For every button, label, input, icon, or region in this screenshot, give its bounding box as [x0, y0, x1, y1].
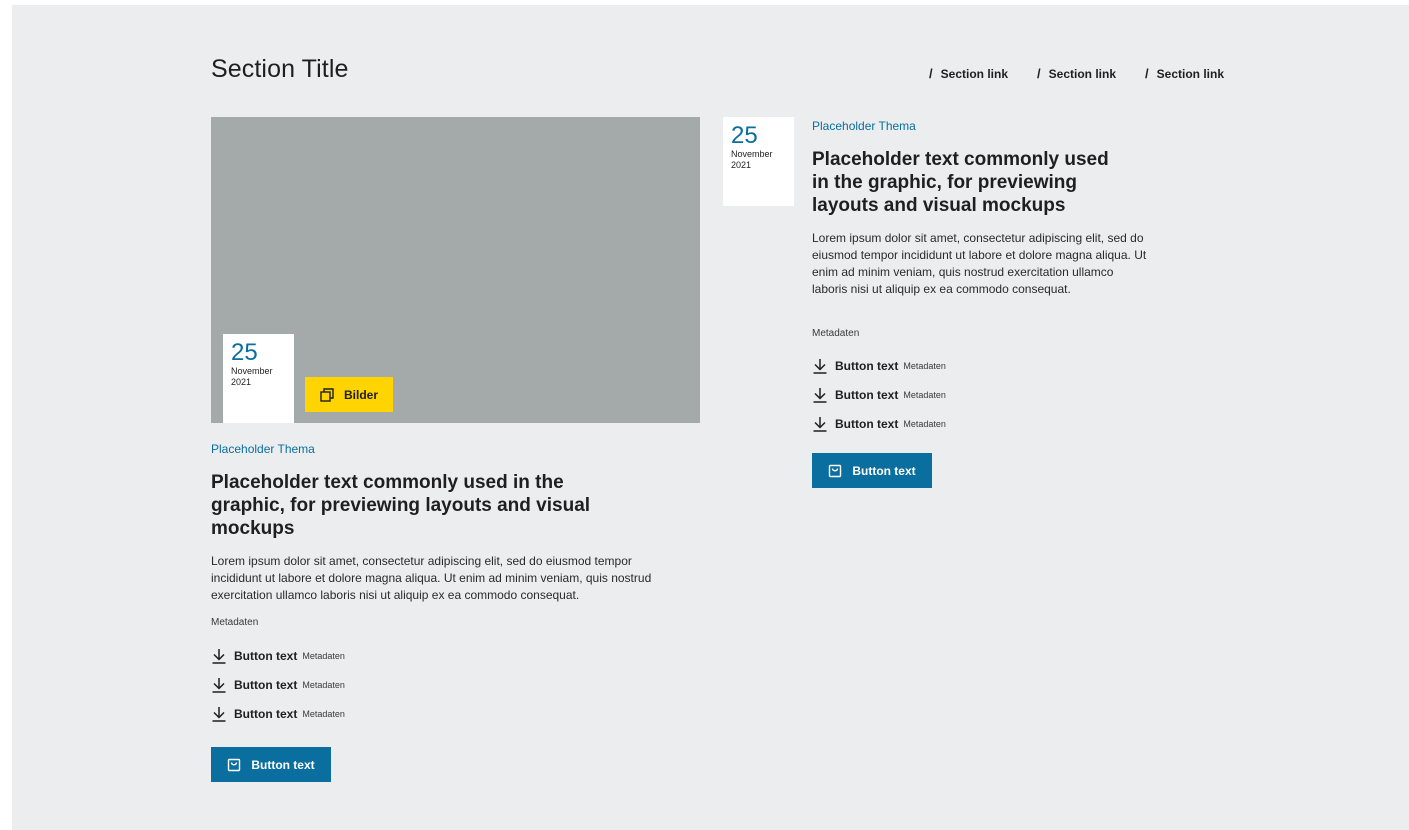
topic-link[interactable]: Placeholder Thema	[812, 119, 916, 133]
download-link[interactable]: Button text Metadaten	[812, 415, 946, 433]
primary-button-label: Button text	[251, 757, 315, 772]
teaser-metadata: Metadaten	[812, 328, 860, 339]
download-metadata: Metadaten	[302, 651, 345, 661]
section-link-1[interactable]: / Section link	[929, 66, 1008, 81]
section-link-label: Section link	[940, 66, 1009, 81]
section-link-2[interactable]: / Section link	[1037, 66, 1116, 81]
download-label: Button text	[234, 678, 298, 692]
gallery-icon	[320, 387, 334, 402]
download-link[interactable]: Button text Metadaten	[211, 705, 345, 723]
slash-icon: /	[929, 66, 933, 81]
date-day: 25	[231, 339, 258, 366]
slash-icon: /	[1145, 66, 1149, 81]
teaser-body: Lorem ipsum dolor sit amet, consectetur …	[211, 554, 652, 602]
download-icon	[812, 416, 828, 432]
date-month: November	[231, 366, 273, 376]
download-metadata: Metadaten	[903, 361, 946, 371]
download-icon	[812, 358, 828, 374]
download-label: Button text	[835, 359, 899, 373]
date-badge: 25 November 2021	[223, 334, 294, 423]
teaser-headline[interactable]: Placeholder text commonly used in the gr…	[211, 471, 611, 540]
teaser-section: Section Title / Section link / Section l…	[12, 5, 1409, 830]
gallery-button-label: Bilder	[343, 387, 378, 402]
primary-button[interactable]: Button text	[812, 453, 932, 488]
teaser-body: Lorem ipsum dolor sit amet, consectetur …	[812, 231, 1147, 296]
download-icon	[211, 648, 227, 664]
download-icon	[211, 706, 227, 722]
download-label: Button text	[234, 707, 298, 721]
download-metadata: Metadaten	[903, 390, 946, 400]
primary-button[interactable]: Button text	[211, 747, 331, 782]
slash-icon: /	[1037, 66, 1041, 81]
shopping-bag-icon	[227, 758, 241, 772]
download-list: Button text Metadaten Button text Metada…	[211, 647, 345, 723]
download-link[interactable]: Button text Metadaten	[812, 386, 946, 404]
download-icon	[211, 677, 227, 693]
download-metadata: Metadaten	[903, 419, 946, 429]
date-year: 2021	[231, 377, 252, 387]
download-link[interactable]: Button text Metadaten	[211, 647, 345, 665]
teaser-metadata: Metadaten	[211, 617, 259, 628]
date-badge: 25 November 2021	[723, 117, 794, 206]
date-year: 2021	[731, 160, 752, 170]
teaser-headline[interactable]: Placeholder text commonly used in the gr…	[812, 148, 1122, 217]
download-list: Button text Metadaten Button text Metada…	[812, 357, 946, 433]
section-title: Section Title	[211, 55, 349, 83]
teaser-image[interactable]: 25 November 2021 Bilder	[211, 117, 700, 423]
download-label: Button text	[835, 388, 899, 402]
download-metadata: Metadaten	[302, 680, 345, 690]
primary-button-label: Button text	[852, 463, 916, 478]
download-metadata: Metadaten	[302, 709, 345, 719]
gallery-button[interactable]: Bilder	[305, 377, 393, 412]
topic-link[interactable]: Placeholder Thema	[211, 442, 315, 456]
date-day: 25	[731, 122, 758, 149]
download-link[interactable]: Button text Metadaten	[211, 676, 345, 694]
section-link-label: Section link	[1048, 66, 1117, 81]
download-label: Button text	[234, 649, 298, 663]
shopping-bag-icon	[828, 464, 842, 478]
download-link[interactable]: Button text Metadaten	[812, 357, 946, 375]
date-month: November	[731, 149, 773, 159]
download-icon	[812, 387, 828, 403]
download-label: Button text	[835, 417, 899, 431]
section-link-3[interactable]: / Section link	[1145, 66, 1224, 81]
section-link-label: Section link	[1156, 66, 1224, 81]
section-links: / Section link / Section link / Section …	[929, 66, 1224, 81]
